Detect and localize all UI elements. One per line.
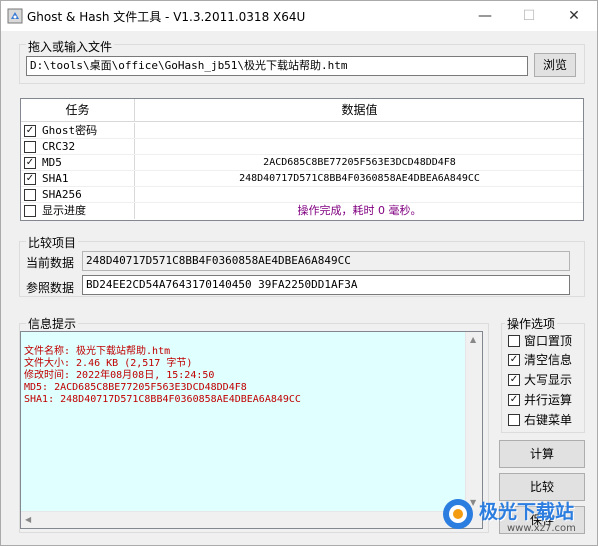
grid-row-md5: ✓ MD5 2ACD685C8BE77205F563E3DCD48DD4F8 <box>21 155 583 171</box>
ghost-label: Ghost密码 <box>42 124 98 137</box>
info-line-sha1: SHA1: 248D40717D571C8BB4F0360858AE4DBEA6… <box>24 394 301 405</box>
parallel-checkbox[interactable]: ✓ <box>508 394 520 406</box>
sha1-label: SHA1 <box>42 172 69 185</box>
site-watermark: 极光下载站 www.xz7.com <box>441 493 591 543</box>
minimize-button[interactable]: — <box>463 1 507 31</box>
sha256-checkbox[interactable] <box>24 189 36 201</box>
crc32-checkbox[interactable] <box>24 141 36 153</box>
sha256-value <box>136 187 583 202</box>
watermark-brand: 极光下载站 <box>479 501 575 523</box>
info-line-md5: MD5: 2ACD685C8BE77205F563E3DCD48DD4F8 <box>24 382 247 393</box>
option-topmost[interactable]: 窗口置顶 <box>508 332 588 350</box>
status-message: 操作完成，耗时 0 毫秒。 <box>297 204 422 217</box>
calculate-button[interactable]: 计算 <box>499 440 585 468</box>
crc32-label: CRC32 <box>42 140 76 153</box>
task-grid: 任务 数据值 ✓ Ghost密码 CRC32 ✓ MD5 2ACD685C8BE… <box>20 98 584 221</box>
progress-checkbox[interactable] <box>24 205 36 217</box>
topmost-label: 窗口置顶 <box>524 334 573 348</box>
option-clear-info[interactable]: ✓ 清空信息 <box>508 351 588 369</box>
grid-row-ghost: ✓ Ghost密码 <box>21 123 583 139</box>
maximize-button: ☐ <box>522 8 536 24</box>
grid-row-progress: 显示进度 操作完成，耗时 0 毫秒。 <box>21 203 583 219</box>
grid-row-sha1: ✓ SHA1 248D40717D571C8BB4F0360858AE4DBEA… <box>21 171 583 187</box>
clear-info-checkbox[interactable]: ✓ <box>508 354 520 366</box>
md5-value: 2ACD685C8BE77205F563E3DCD48DD4F8 <box>263 157 456 168</box>
md5-label: MD5 <box>42 156 62 169</box>
grid-row-sha256: SHA256 <box>21 187 583 203</box>
grid-row-crc32: CRC32 <box>21 139 583 155</box>
scroll-up-icon[interactable]: ▲ <box>470 335 476 344</box>
file-path-input[interactable]: D:\tools\桌面\office\GoHash_jb51\极光下载站帮助.h… <box>26 56 528 76</box>
grid-header: 任务 数据值 <box>21 99 583 122</box>
options-group-label: 操作选项 <box>505 315 558 332</box>
scroll-left-icon[interactable]: ◀ <box>25 515 31 524</box>
file-group-label: 拖入或输入文件 <box>26 38 115 55</box>
uppercase-checkbox[interactable]: ✓ <box>508 374 520 386</box>
info-group-label: 信息提示 <box>26 315 79 332</box>
app-window: Ghost & Hash 文件工具 - V1.3.2011.0318 X64U … <box>0 0 598 546</box>
window-title: Ghost & Hash 文件工具 - V1.3.2011.0318 X64U <box>27 10 306 24</box>
crc32-value <box>136 139 583 154</box>
parallel-label: 并行运算 <box>524 393 573 407</box>
header-task: 任务 <box>21 99 135 121</box>
browse-button[interactable]: 浏览 <box>534 53 576 77</box>
close-button[interactable]: ✕ <box>552 1 596 31</box>
option-context-menu[interactable]: 右键菜单 <box>508 411 588 429</box>
sha256-label: SHA256 <box>42 188 82 201</box>
option-parallel[interactable]: ✓ 并行运算 <box>508 391 588 409</box>
reference-data-input[interactable]: BD24EE2CD54A7643170140450 39FA2250DD1AF3… <box>82 275 570 295</box>
info-line-filename: 文件名称: 极光下载站帮助.htm <box>24 346 171 357</box>
current-data-label: 当前数据 <box>26 256 75 270</box>
context-menu-checkbox[interactable] <box>508 414 520 426</box>
ghost-hash-app-icon <box>7 8 23 24</box>
option-uppercase[interactable]: ✓ 大写显示 <box>508 371 588 389</box>
compare-group-label: 比较项目 <box>26 234 79 251</box>
sha1-value: 248D40717D571C8BB4F0360858AE4DBEA6A849CC <box>239 173 480 184</box>
topmost-checkbox[interactable] <box>508 335 520 347</box>
current-data-field[interactable]: 248D40717D571C8BB4F0360858AE4DBEA6A849CC <box>82 251 570 271</box>
reference-data-label: 参照数据 <box>26 281 75 295</box>
title-bar[interactable]: Ghost & Hash 文件工具 - V1.3.2011.0318 X64U … <box>1 1 597 31</box>
ghost-checkbox[interactable]: ✓ <box>24 125 36 137</box>
watermark-logo-icon <box>443 499 473 529</box>
sha1-checkbox[interactable]: ✓ <box>24 173 36 185</box>
info-line-modified: 修改时间: 2022年08月08日, 15:24:50 <box>24 370 215 381</box>
md5-checkbox[interactable]: ✓ <box>24 157 36 169</box>
progress-label: 显示进度 <box>42 204 86 217</box>
clear-info-label: 清空信息 <box>524 353 573 367</box>
header-value: 数据值 <box>341 103 378 117</box>
info-horizontal-scrollbar[interactable]: ◀ ▶ <box>21 511 465 528</box>
watermark-url: www.xz7.com <box>507 523 576 534</box>
info-textarea[interactable]: 文件名称: 极光下载站帮助.htm 文件大小: 2.46 KB (2,517 字… <box>20 331 483 529</box>
context-menu-label: 右键菜单 <box>524 413 573 427</box>
ghost-value <box>136 123 583 138</box>
uppercase-label: 大写显示 <box>524 373 573 387</box>
info-line-filesize: 文件大小: 2.46 KB (2,517 字节) <box>24 358 193 369</box>
